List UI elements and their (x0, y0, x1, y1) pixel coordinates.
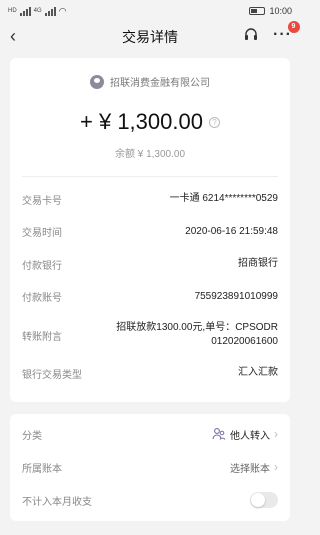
category-value-group: 他人转入 › (212, 427, 278, 442)
detail-label: 交易时间 (22, 228, 62, 240)
nav-actions: ··· 9 (243, 21, 300, 43)
exclude-toggle[interactable] (250, 492, 278, 508)
amount-row: + ¥ 1,300.00 ? (22, 109, 278, 135)
divider (22, 176, 278, 177)
detail-value: 755923891010999 (194, 290, 278, 302)
exclude-row: 不计入本月收支 (22, 484, 278, 517)
status-time: 10:00 (269, 6, 292, 16)
nav-bar: ‹ 交易详情 ··· 9 (0, 21, 300, 52)
page-title: 交易详情 (122, 29, 178, 45)
detail-value: 2020-06-16 21:59:48 (185, 225, 278, 237)
detail-label: 付款账号 (22, 293, 62, 305)
category-label: 分类 (22, 430, 42, 442)
chevron-right-icon: › (274, 460, 278, 474)
settings-card: 分类 他人转入 › 所属账本 选择账本 › 不计入本月收支 (10, 413, 290, 521)
network-tag: 4G (33, 8, 42, 14)
detail-value: 招联放款1300.00元,单号：CPSODR 012020061600 (116, 322, 278, 347)
merchant-name: 招联消费金融有限公司 (110, 78, 210, 89)
people-icon (212, 428, 226, 440)
detail-label: 银行交易类型 (22, 369, 82, 381)
merchant-avatar-icon (90, 74, 104, 89)
detail-value: 一卡通 6214********0529 (169, 193, 278, 205)
detail-row-time: 交易时间 2020-06-16 21:59:48 (22, 216, 278, 249)
book-value: 选择账本 (230, 463, 270, 475)
detail-row-card-number: 交易卡号 一卡通 6214********0529 (22, 183, 278, 216)
notification-badge: 9 (288, 21, 300, 33)
more-icon[interactable]: ··· 9 (273, 21, 300, 43)
category-row[interactable]: 分类 他人转入 › (22, 418, 278, 451)
merchant-row: 招联消费金融有限公司 (22, 74, 278, 89)
signal-icon-2 (44, 6, 56, 16)
status-bar: HD 4G ◠ 10:00 (0, 0, 300, 22)
book-row[interactable]: 所属账本 选择账本 › (22, 451, 278, 484)
transaction-amount: + ¥ 1,300.00 (80, 109, 203, 134)
wifi-icon: ◠ (58, 5, 67, 16)
balance-text: 余额 ¥ 1,300.00 (114, 149, 186, 160)
detail-row-payer-account: 付款账号 755923891010999 (22, 281, 278, 314)
battery-icon (249, 7, 266, 15)
detail-row-payer-bank: 付款银行 招商银行 (22, 248, 278, 281)
book-label: 所属账本 (22, 463, 62, 475)
headset-icon[interactable] (243, 27, 259, 43)
back-icon[interactable]: ‹ (10, 26, 16, 47)
detail-row-transaction-type: 银行交易类型 汇入汇款 (22, 357, 278, 390)
detail-label: 转账附言 (22, 331, 62, 343)
status-right: 10:00 (249, 6, 292, 16)
status-left: HD 4G ◠ (8, 6, 67, 17)
category-value: 他人转入 (230, 430, 270, 442)
help-icon[interactable]: ? (208, 116, 220, 128)
hd-tag: HD (8, 8, 17, 14)
detail-row-memo: 转账附言 招联放款1300.00元,单号：CPSODR 012020061600 (22, 313, 278, 357)
detail-label: 交易卡号 (22, 195, 62, 207)
detail-value: 招商银行 (238, 258, 278, 270)
detail-label: 付款银行 (22, 260, 62, 272)
chevron-right-icon: › (274, 427, 278, 441)
book-value-group: 选择账本 › (230, 460, 278, 475)
detail-value: 汇入汇款 (238, 367, 278, 379)
signal-icon (19, 6, 31, 16)
transaction-summary-card: 招联消费金融有限公司 + ¥ 1,300.00 ? 余额 ¥ 1,300.00 … (10, 58, 290, 402)
exclude-label: 不计入本月收支 (22, 496, 92, 508)
